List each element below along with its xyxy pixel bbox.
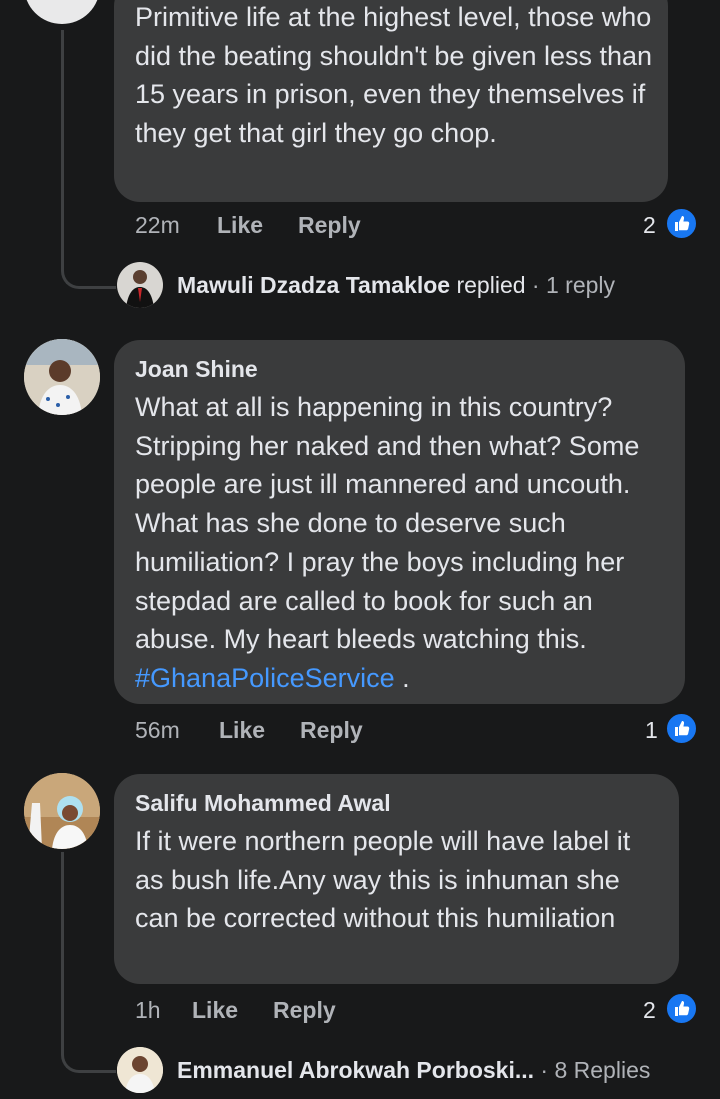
reply-separator: ·: [540, 1057, 549, 1083]
reply-avatar[interactable]: [117, 262, 163, 308]
comment-text: What at all is happening in this country…: [135, 388, 675, 698]
commenter-avatar[interactable]: [24, 0, 100, 24]
comment-text: If it were northern people will have lab…: [135, 826, 631, 934]
view-replies-link[interactable]: Mawuli Dzadza Tamakloe replied · 1 reply: [177, 272, 615, 299]
like-button[interactable]: Like: [219, 717, 265, 744]
reply-button[interactable]: Reply: [300, 717, 363, 744]
reply-button[interactable]: Reply: [273, 997, 336, 1024]
reaction-count[interactable]: 1: [645, 717, 658, 744]
reply-button[interactable]: Reply: [298, 212, 361, 239]
reaction-count[interactable]: 2: [643, 997, 656, 1024]
thread-line: [61, 30, 64, 252]
thumbs-up-icon[interactable]: [665, 992, 698, 1025]
comment-author[interactable]: Joan Shine: [135, 356, 258, 383]
comment-text-tail: .: [394, 662, 410, 693]
reply-count[interactable]: 8 Replies: [554, 1057, 650, 1083]
comment-time[interactable]: 56m: [135, 717, 180, 744]
thread-connector: [61, 1030, 116, 1073]
hashtag-link[interactable]: #GhanaPoliceService: [135, 663, 395, 693]
like-button[interactable]: Like: [217, 212, 263, 239]
replied-label: replied: [456, 272, 526, 298]
thread-connector: [61, 250, 116, 289]
reply-separator: ·: [531, 272, 540, 298]
thumbs-up-icon[interactable]: [665, 712, 698, 745]
reaction-count[interactable]: 2: [643, 212, 656, 239]
replier-name[interactable]: Mawuli Dzadza Tamakloe: [177, 272, 450, 298]
reply-avatar[interactable]: [117, 1047, 163, 1093]
comment-time[interactable]: 1h: [135, 997, 161, 1024]
comment-text-body: What at all is happening in this country…: [135, 392, 640, 655]
reply-count[interactable]: 1 reply: [546, 272, 615, 298]
comment-author[interactable]: Salifu Mohammed Awal: [135, 790, 391, 817]
thread-line: [61, 852, 64, 1032]
like-button[interactable]: Like: [192, 997, 238, 1024]
thumbs-up-icon[interactable]: [665, 207, 698, 240]
commenter-avatar[interactable]: [24, 773, 100, 849]
view-replies-link[interactable]: Emmanuel Abrokwah Porboski... · 8 Replie…: [177, 1057, 650, 1084]
replier-name[interactable]: Emmanuel Abrokwah Porboski...: [177, 1057, 534, 1083]
commenter-avatar[interactable]: [24, 339, 100, 415]
comment-time[interactable]: 22m: [135, 212, 180, 239]
comment-text: Primitive life at the highest level, tho…: [135, 2, 653, 149]
